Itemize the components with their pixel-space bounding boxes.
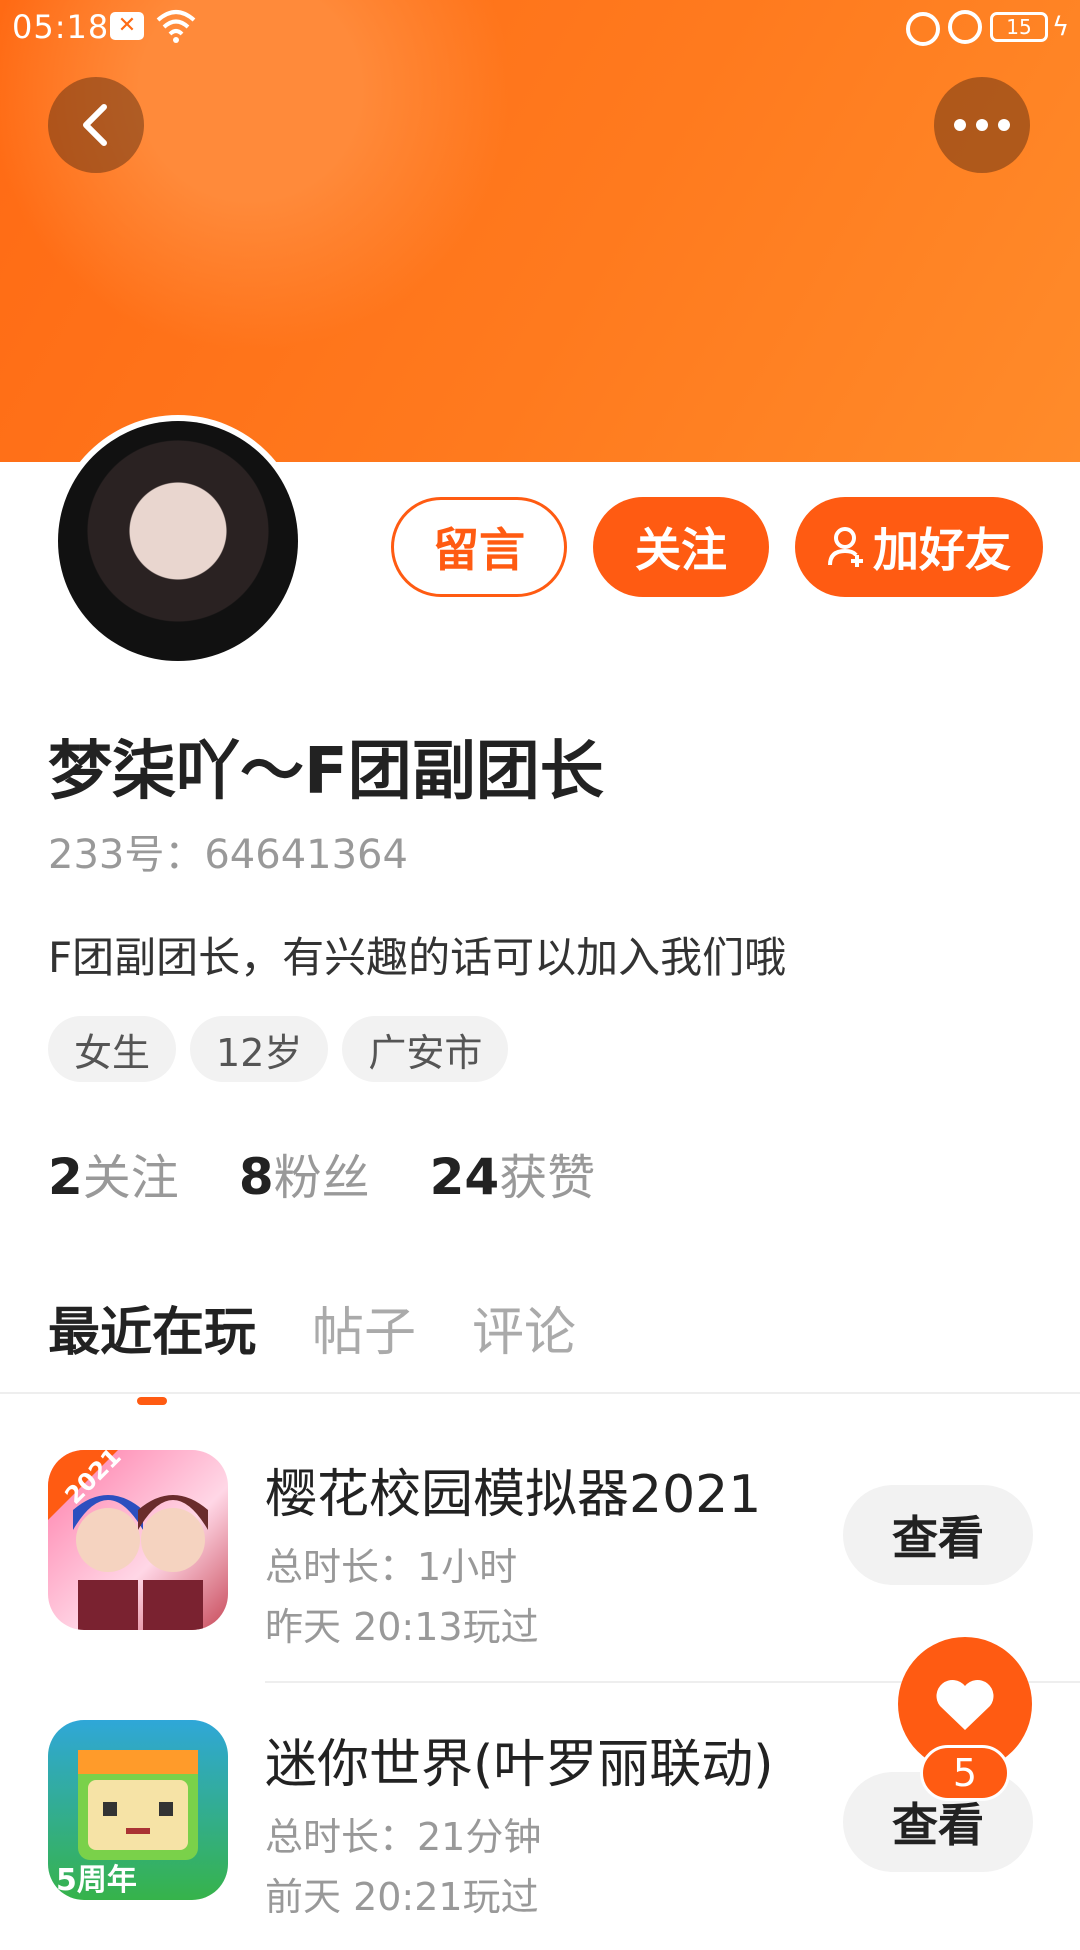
more-dots-icon [954,119,1010,131]
stat-likes-label: 获赞 [499,1150,596,1206]
game-last-played: 前天 20:21玩过 [265,1875,539,1919]
tag-gender: 女生 [48,1016,177,1082]
profile-tags: 女生 12岁 广安市 [48,1016,509,1082]
tab-comments[interactable]: 评论 [472,1290,576,1365]
message-button[interactable]: 留言 [391,497,567,597]
follow-button[interactable]: 关注 [593,497,769,597]
stat-following-label: 关注 [82,1150,179,1206]
mini-world-icon: 5周年 [48,1720,228,1900]
chevron-left-icon [83,104,107,146]
stat-fans-label: 粉丝 [273,1150,370,1206]
profile-uid: 233号：64641364 [48,832,408,878]
alarm-icon [948,10,982,44]
stat-fans-count: 8 [238,1148,274,1206]
profile-bio: F团副团长，有兴趣的话可以加入我们哦 [48,933,787,982]
game-title: 樱花校园模拟器2021 [265,1465,762,1525]
lock-rotation-icon [906,12,940,46]
stat-likes-count: 24 [429,1148,500,1206]
heart-icon [936,1679,994,1730]
wifi-icon [156,10,196,43]
battery-icon: 15 [990,12,1048,42]
sakura-school-icon: 2021 [48,1450,228,1630]
list-item[interactable]: 2021 樱花校园模拟器2021 总时长：1小时 昨天 20:13玩过 查看 [0,1430,1080,1680]
profile-name: 梦柒吖～F团副团长 [48,735,604,809]
tag-city: 广安市 [342,1016,509,1082]
stat-following[interactable]: 2关注 [48,1138,179,1208]
profile-stats: 2关注 8粉丝 24获赞 [48,1138,595,1208]
more-button[interactable] [934,77,1030,173]
status-time: 05:18 [12,8,110,46]
add-friend-label: 加好友 [873,523,1011,577]
add-user-icon [828,527,863,567]
stat-following-count: 2 [48,1148,83,1206]
profile-banner: 05:18 ✕ 15 ϟ [0,0,1080,462]
stat-likes[interactable]: 24获赞 [430,1138,596,1208]
charging-icon: ϟ [1052,12,1070,42]
game-badge-anniversary: 5周年 [56,1863,137,1898]
game-title: 迷你世界(叶罗丽联动) [265,1735,774,1795]
notification-icon: ✕ [110,12,144,40]
view-game-button[interactable]: 查看 [843,1485,1033,1585]
status-bar: 05:18 ✕ 15 ϟ [0,0,1080,56]
like-count-badge: 5 [920,1745,1010,1801]
game-duration: 总时长：21分钟 [265,1815,542,1859]
game-duration: 总时长：1小时 [265,1545,518,1589]
avatar-image [58,421,298,661]
back-button[interactable] [48,77,144,173]
stat-fans[interactable]: 8粉丝 [239,1138,370,1208]
tab-recently-played[interactable]: 最近在玩 [48,1290,256,1405]
tabs-divider [0,1392,1080,1394]
game-last-played: 昨天 20:13玩过 [265,1605,539,1649]
add-friend-button[interactable]: 加好友 [795,497,1043,597]
profile-tabs: 最近在玩 帖子 评论 [48,1290,576,1405]
tab-posts[interactable]: 帖子 [312,1290,416,1365]
tag-age: 12岁 [190,1016,329,1082]
avatar[interactable] [52,415,304,667]
